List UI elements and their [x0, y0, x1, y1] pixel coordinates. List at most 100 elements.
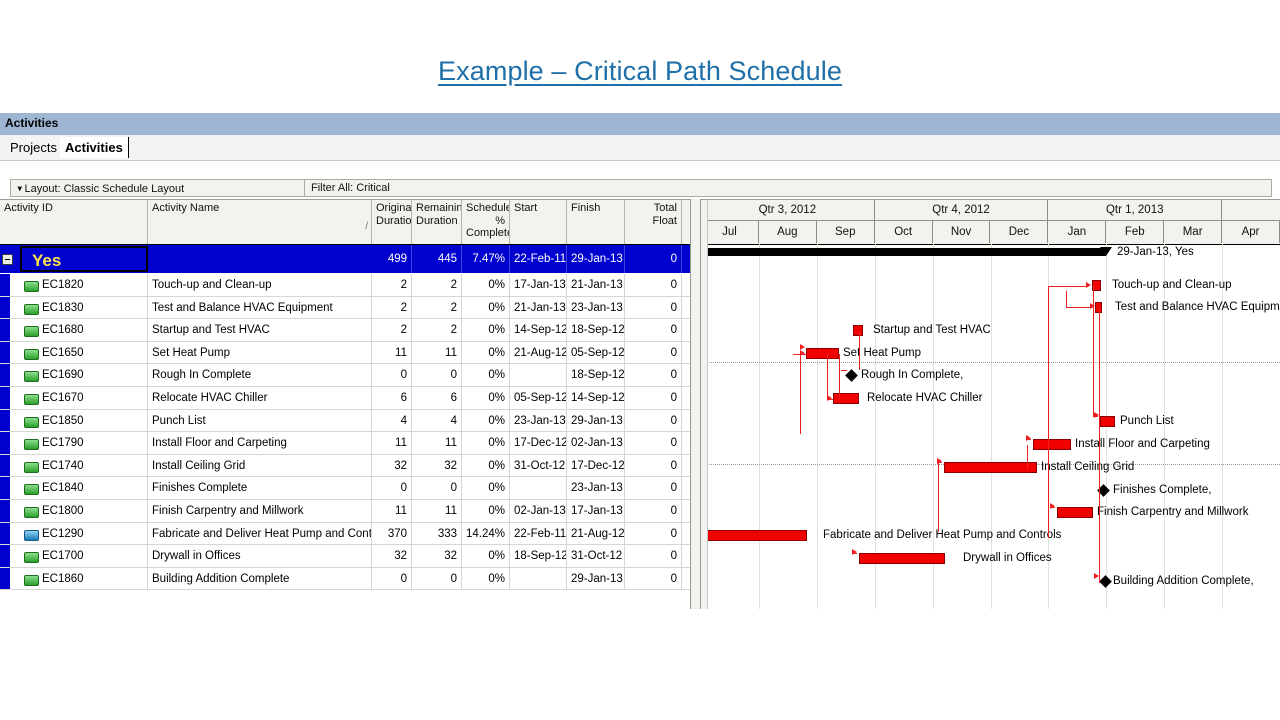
table-row-summary[interactable]: Yes 4994457.47%22-Feb-11 A29-Jan-130	[0, 245, 690, 274]
cell-remaining_duration: 0	[412, 477, 462, 499]
gantt-link-arrow-icon	[1086, 282, 1091, 288]
cell-activity_name: Rough In Complete	[148, 364, 372, 386]
table-row[interactable]: EC1860 Building Addition Complete 0 0 0% 29-J…	[0, 567, 690, 591]
activity-table: Activity ID Activity Name Original Duratio…	[0, 199, 690, 609]
column-header-original_duration[interactable]: Original Duration	[372, 200, 412, 244]
column-header-remaining_duration[interactable]: Remaining Duration	[412, 200, 462, 244]
cell-remaining_duration: 11	[412, 432, 462, 454]
gantt-bar[interactable]	[1057, 507, 1093, 518]
gantt-relationship-link	[1093, 286, 1094, 416]
timescale-month: Nov	[933, 221, 991, 243]
cell-start: 31-Oct-12	[510, 454, 567, 477]
gantt-gridline	[758, 244, 760, 609]
gantt-link-arrow-icon	[1050, 503, 1055, 509]
cell-total_float: 0	[625, 274, 682, 296]
cell-activity_id: EC1820	[0, 274, 148, 296]
gantt-bar[interactable]	[1100, 416, 1115, 427]
table-row[interactable]: EC1820 Touch-up and Clean-up 2 2 0% 17-Jan-13…	[0, 274, 690, 297]
collapse-expander[interactable]	[2, 254, 13, 265]
table-row[interactable]: EC1690 Rough In Complete 0 0 0% 18-Sep-12 0	[0, 364, 690, 387]
table-row[interactable]: EC1650 Set Heat Pump 11 11 0% 21-Aug-12 05-Sep…	[0, 341, 690, 365]
gantt-bar-label: Punch List	[1120, 415, 1174, 427]
tab-activities[interactable]: Activities	[60, 137, 129, 158]
cell-schedule_pct: 0%	[462, 319, 510, 341]
gantt-milestone[interactable]	[845, 369, 858, 382]
column-header-activity_id[interactable]: Activity ID	[0, 200, 148, 244]
table-row[interactable]: EC1680 Startup and Test HVAC 2 2 0% 14-Sep-12…	[0, 319, 690, 342]
cell-start: 14-Sep-12	[510, 319, 567, 341]
cell-original_duration: 2	[372, 274, 412, 296]
panel-splitter[interactable]	[690, 199, 701, 609]
gantt-relationship-link	[1048, 286, 1049, 538]
table-row[interactable]: EC1670 Relocate HVAC Chiller 6 6 0% 05-Sep-12…	[0, 386, 690, 410]
summary-cell-schedule_pct: 7.47%	[462, 245, 510, 273]
gantt-bar-label: Building Addition Complete,	[1113, 575, 1254, 587]
table-header-row: Activity ID Activity Name Original Duratio…	[0, 200, 690, 245]
gantt-left-scrollbar[interactable]	[701, 200, 708, 609]
column-header-total_float[interactable]: Total Float	[625, 200, 682, 244]
filter-label: Filter All: Critical	[311, 182, 390, 194]
cell-remaining_duration: 2	[412, 274, 462, 296]
cell-original_duration: 11	[372, 432, 412, 454]
cell-activity_name: Building Addition Complete	[148, 567, 372, 590]
page-title-text: Example – Critical Path Schedule	[438, 56, 842, 86]
table-row[interactable]: EC1840 Finishes Complete 0 0 0% 23-Jan-13 0	[0, 477, 690, 500]
gantt-bar[interactable]	[944, 462, 1037, 473]
cell-remaining_duration: 6	[412, 386, 462, 409]
cell-schedule_pct: 0%	[462, 341, 510, 364]
table-row[interactable]: EC1790 Install Floor and Carpeting 11 11 0% 1…	[0, 432, 690, 455]
table-row[interactable]: EC1700 Drywall in Offices 32 32 0% 18-Sep-12 3…	[0, 545, 690, 568]
timescale-month: Jan	[1048, 221, 1107, 243]
cell-activity_id: EC1700	[0, 545, 148, 567]
grouping-value-label: Yes	[32, 251, 62, 270]
cell-start: 22-Feb-11 A	[510, 522, 567, 545]
gantt-gridline	[816, 244, 818, 609]
gantt-bar[interactable]	[806, 348, 839, 359]
gantt-bar[interactable]	[702, 530, 807, 541]
gantt-bar-label: Install Floor and Carpeting	[1075, 438, 1210, 450]
column-header-activity_name[interactable]: Activity Name	[148, 200, 372, 244]
gantt-relationship-link	[841, 370, 847, 371]
gantt-bar-label: Touch-up and Clean-up	[1112, 279, 1232, 291]
table-row[interactable]: EC1850 Punch List 4 4 0% 23-Jan-13 29-Jan-13 0	[0, 409, 690, 433]
gantt-band-separator	[701, 362, 1280, 363]
timescale-quarter	[1222, 200, 1280, 221]
gantt-relationship-link	[800, 354, 801, 434]
sort-indicator-icon: /	[365, 221, 368, 232]
cell-activity_name: Fabricate and Deliver Heat Pump and Cont…	[148, 522, 372, 545]
cell-schedule_pct: 14.24%	[462, 522, 510, 545]
tab-projects[interactable]: Projects	[5, 137, 62, 158]
cell-start	[510, 477, 567, 499]
cell-finish: 21-Aug-12	[567, 522, 625, 545]
column-header-finish[interactable]: Finish	[567, 200, 625, 244]
timescale-month: Oct	[875, 221, 933, 243]
gantt-bar[interactable]	[833, 393, 859, 404]
cell-start	[510, 567, 567, 590]
gantt-bar[interactable]	[853, 325, 863, 336]
cell-activity_name: Touch-up and Clean-up	[148, 274, 372, 296]
chevron-down-icon: ▾	[17, 183, 23, 195]
table-row[interactable]: EC1290 Fabricate and Deliver Heat Pump an…	[0, 522, 690, 546]
table-row[interactable]: EC1740 Install Ceiling Grid 32 32 0% 31-Oct-1…	[0, 454, 690, 478]
table-row[interactable]: EC1800 Finish Carpentry and Millwork 11 11 0…	[0, 499, 690, 523]
gantt-bar[interactable]	[1033, 439, 1071, 450]
cell-activity_id: EC1850	[0, 409, 148, 432]
cell-original_duration: 0	[372, 477, 412, 499]
gantt-link-arrow-icon	[1026, 435, 1031, 441]
gantt-relationship-link	[1066, 291, 1067, 307]
gantt-relationship-link	[1099, 307, 1100, 583]
layout-selector[interactable]: ▾ Layout: Classic Schedule Layout	[11, 180, 305, 196]
gantt-link-arrow-icon	[800, 350, 805, 356]
cell-finish: 31-Oct-12	[567, 545, 625, 567]
column-header-schedule_pct[interactable]: Schedule % Complete	[462, 200, 510, 244]
column-header-start[interactable]: Start	[510, 200, 567, 244]
cell-original_duration: 6	[372, 386, 412, 409]
cell-activity_name: Relocate HVAC Chiller	[148, 386, 372, 409]
gantt-bar-label: Relocate HVAC Chiller	[867, 392, 983, 404]
cell-remaining_duration: 333	[412, 522, 462, 545]
gantt-bar[interactable]	[859, 553, 945, 564]
filter-selector[interactable]: Filter All: Critical	[305, 180, 1271, 196]
gantt-milestone[interactable]	[1099, 575, 1112, 588]
table-row[interactable]: EC1830 Test and Balance HVAC Equipment 2 2 0…	[0, 296, 690, 320]
cell-remaining_duration: 4	[412, 409, 462, 432]
